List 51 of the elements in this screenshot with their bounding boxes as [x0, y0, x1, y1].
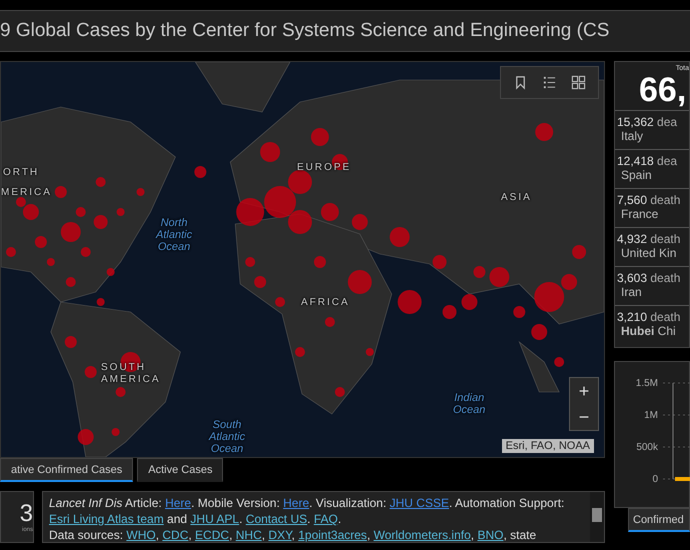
source-link[interactable]: DXY — [268, 528, 292, 542]
dashboard-title: 9 Global Cases by the Center for Systems Science and Engineering (CS — [0, 20, 610, 42]
country-name: United Kin — [620, 246, 678, 260]
total-deaths-value: 66, — [638, 72, 688, 108]
axis-tick-label: 0 — [652, 474, 658, 485]
chart-line — [675, 477, 690, 481]
country-name: Iran — [620, 285, 643, 299]
continent-label: ORTH — [3, 167, 40, 179]
source-link[interactable]: NHC — [236, 528, 262, 542]
source-link[interactable]: Here — [283, 496, 310, 510]
continent-label: ASIA — [501, 192, 532, 204]
death-count: 15,362 dea — [617, 115, 678, 129]
source-link[interactable]: JHU CSSE — [390, 496, 449, 510]
basemap-gallery-icon[interactable] — [571, 75, 586, 90]
source-link[interactable]: FAQ — [314, 512, 338, 526]
ocean-label: North Atlantic Ocean — [156, 217, 192, 253]
map-tab[interactable]: Active Cases — [137, 458, 224, 482]
credits-paragraph: Lancet Inf Dis Article: Here. Mobile Version: Here. Visualization: JHU CSSE. Automation Support: Esri Living Atlas team and JHU APL. Contact US. FAQ. Data sources: WHO, CDC, ECDC, NHC, DXY, 1point3acres, Worldometers.info, BNO, state — [48, 495, 566, 542]
chart-tab[interactable]: Confirmed — [628, 508, 690, 532]
country-name: Hubei Chi — [620, 324, 677, 338]
continent-label: AFRICA — [301, 297, 350, 309]
death-count: 4,932 death — [617, 232, 682, 246]
map-attribution: Esri, FAO, NOAA — [502, 439, 594, 453]
source-link[interactable]: WHO — [126, 528, 156, 542]
death-count: 7,560 death — [617, 193, 682, 207]
bookmark-icon[interactable] — [513, 75, 528, 90]
death-count: 3,603 death — [617, 271, 682, 285]
continent-label: MERICA — [1, 187, 52, 199]
source-link[interactable]: 1point3acres — [298, 528, 367, 542]
death-count: 12,418 dea — [617, 154, 678, 168]
death-count: 3,210 death — [617, 310, 682, 324]
source-link[interactable]: CDC — [162, 528, 188, 542]
country-name: France — [620, 207, 660, 221]
source-link[interactable]: Here — [165, 496, 192, 510]
source-link[interactable]: JHU APL — [190, 512, 240, 526]
counter-value: 3 — [20, 501, 33, 527]
ocean-label: South Atlantic Ocean — [209, 419, 246, 455]
list-icon[interactable] — [542, 75, 557, 90]
source-link[interactable]: Contact US — [246, 512, 308, 526]
source-link[interactable]: BNO — [477, 528, 504, 542]
map-tab[interactable]: ative Confirmed Cases — [0, 458, 134, 482]
source-link[interactable]: Esri Living Atlas team — [49, 512, 164, 526]
source-link[interactable]: ECDC — [195, 528, 230, 542]
axis-tick-label: 1.5M — [636, 378, 658, 389]
country-name: Spain — [620, 168, 653, 182]
country-name: Italy — [620, 129, 644, 143]
axis-tick-label: 1M — [644, 410, 658, 421]
scrollbar[interactable] — [590, 492, 604, 542]
ocean-label: Indian Ocean — [453, 392, 486, 416]
source-link[interactable]: Worldometers.info — [374, 528, 471, 542]
axis-tick-label: 500k — [636, 442, 658, 453]
